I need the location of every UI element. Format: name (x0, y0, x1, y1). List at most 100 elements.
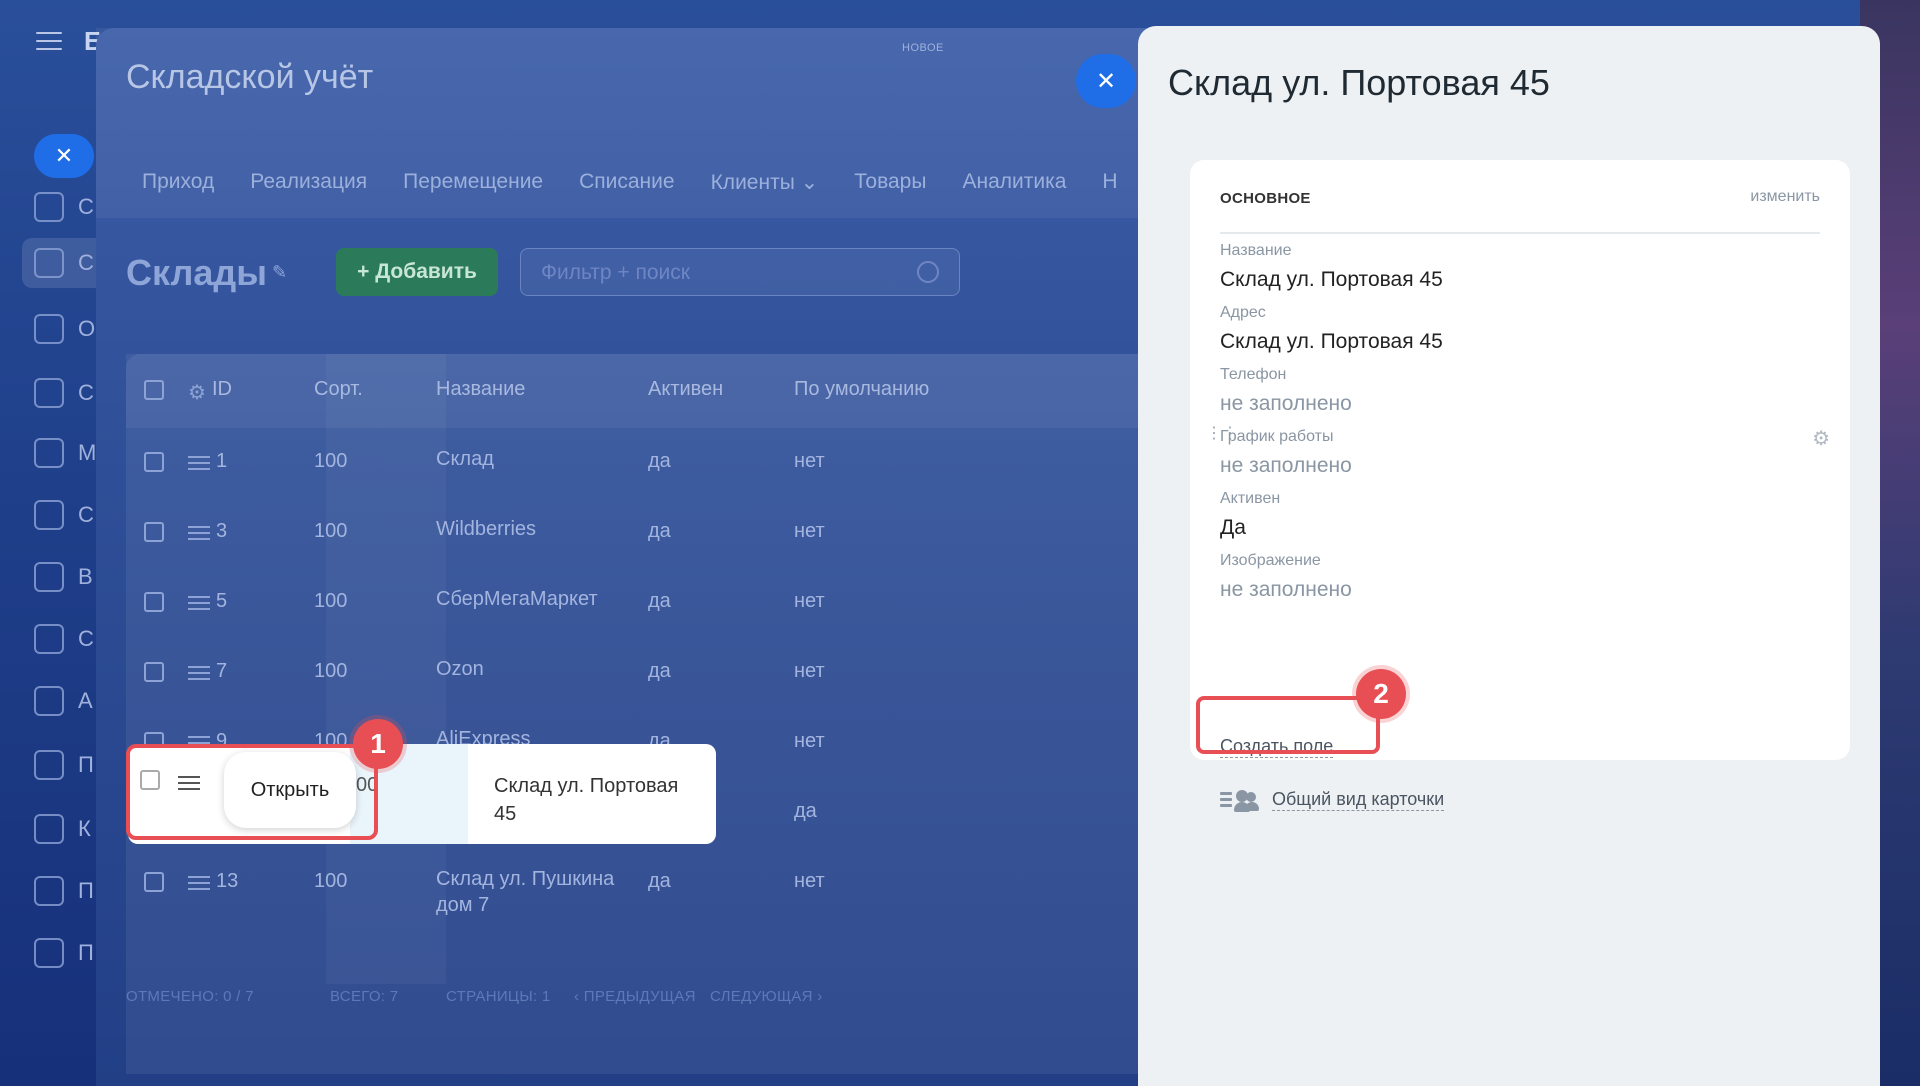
row-checkbox[interactable] (144, 872, 164, 892)
filter-search-input[interactable]: Фильтр + поиск (520, 248, 960, 296)
cell-default: нет (794, 450, 825, 472)
tab-0[interactable]: Приход (142, 170, 214, 195)
row-checkbox[interactable] (144, 522, 164, 542)
row-checkbox[interactable] (144, 662, 164, 682)
warehouse-detail-panel: Склад ул. Портовая 45 ОСНОВНОЕ изменить … (1138, 26, 1880, 1086)
divider (1220, 232, 1820, 234)
column-default[interactable]: По умолчанию (794, 378, 929, 401)
sidebar-item-label: С (78, 194, 94, 219)
field-3: График работы не заполнено (1220, 428, 1352, 478)
sidebar-item-label: П (78, 752, 94, 777)
store-icon (34, 378, 64, 408)
section-heading: ОСНОВНОЕ (1220, 190, 1311, 207)
footer-prev[interactable]: ‹ ПРЕДЫДУЩАЯ (574, 988, 696, 1005)
section-tabs: Приход Реализация Перемещение Списание Клиен… (142, 170, 1154, 195)
field-label: График работы (1220, 428, 1334, 445)
cell-id: 7 (216, 660, 228, 682)
tab-7[interactable]: Н (1102, 170, 1117, 195)
tab-1[interactable]: Реализация (250, 170, 367, 195)
row-menu-icon[interactable] (188, 526, 210, 544)
tab-3[interactable]: Списание (579, 170, 674, 195)
select-all-checkbox[interactable] (144, 380, 164, 400)
table-row[interactable]: 13 100 Склад ул. Пушкина дом 7 да нет (126, 848, 1146, 918)
cell-active: да (648, 660, 671, 682)
target-icon (34, 438, 64, 468)
field-label: Адрес (1220, 304, 1266, 321)
sidebar-item-label: П (78, 940, 94, 965)
footer-total: ВСЕГО: 7 (330, 988, 399, 1005)
cell-default: нет (794, 590, 825, 612)
field-1: Адрес Склад ул. Портовая 45 (1220, 304, 1443, 354)
table-row[interactable]: 5 100 СберМегаМаркет да нет (126, 568, 1146, 638)
sidebar-item-label: В (78, 564, 93, 589)
row-menu-icon[interactable] (188, 666, 210, 684)
column-sort[interactable]: Сорт. (314, 378, 363, 401)
detail-title: Склад ул. Портовая 45 (1168, 62, 1550, 103)
cell-active: да (648, 520, 671, 542)
cell-default: нет (794, 520, 825, 542)
footer-selected: ОТМЕЧЕНО: 0 / 7 (126, 988, 254, 1005)
cell-id: 1 (216, 450, 228, 472)
table-row[interactable]: 7 100 Ozon да нет (126, 638, 1146, 708)
menu-icon[interactable] (36, 32, 62, 52)
field-4: Активен Да (1220, 490, 1280, 540)
cell-id: 5 (216, 590, 228, 612)
highlight-frame-2 (1196, 696, 1380, 754)
step-badge-1: 1 (353, 719, 403, 769)
row-menu-icon[interactable] (188, 456, 210, 474)
sidebar-item-label: С (78, 626, 94, 651)
column-id[interactable]: ID (212, 378, 232, 401)
field-value: не заполнено (1220, 392, 1352, 415)
contacts-icon (34, 624, 64, 654)
sidebar-item-label: А (78, 688, 93, 713)
row-menu-icon[interactable] (188, 876, 210, 894)
cell-sort: 100 (314, 870, 348, 892)
row-checkbox[interactable] (144, 592, 164, 612)
close-icon[interactable]: ✕ (1076, 54, 1136, 108)
table-row[interactable]: 1 100 Склад да нет (126, 428, 1146, 498)
gear-icon[interactable]: ⚙ (188, 380, 206, 405)
common-card-view-link[interactable]: Общий вид карточки (1220, 788, 1445, 812)
field-label: Телефон (1220, 366, 1287, 383)
footer-next[interactable]: СЛЕДУЮЩАЯ › (710, 988, 823, 1005)
field-label: Название (1220, 242, 1292, 259)
cell-active: да (648, 870, 671, 892)
column-name[interactable]: Название (436, 378, 525, 401)
box-icon (34, 750, 64, 780)
pin-icon[interactable]: ✎ (272, 262, 294, 284)
filter-icon (34, 248, 64, 278)
tab-4[interactable]: Клиенты ⌄ (711, 170, 819, 195)
cell-default: нет (794, 730, 825, 752)
field-5: Изображение не заполнено (1220, 552, 1352, 602)
cell-sort: 100 (314, 590, 348, 612)
search-icon[interactable] (917, 261, 939, 283)
cell-name: Склад (436, 448, 494, 470)
cell-default: нет (794, 660, 825, 682)
column-active[interactable]: Активен (648, 378, 723, 401)
add-button[interactable]: + Добавить (336, 248, 498, 296)
step-badge-2: 2 (1356, 669, 1406, 719)
crm-icon (34, 192, 64, 222)
filter-placeholder: Фильтр + поиск (541, 261, 690, 284)
warehouse-table: ⚙ ID Сорт. Название Активен По умолчанию… (126, 354, 1146, 1074)
section-title: Складской учёт (126, 58, 374, 96)
footer-pages: СТРАНИЦЫ: 1 (446, 988, 551, 1005)
field-label: Изображение (1220, 552, 1321, 569)
sidebar-close-icon[interactable]: ✕ (34, 134, 94, 178)
cell-sort: 100 (314, 660, 348, 682)
table-row[interactable]: 3 100 Wildberries да нет (126, 498, 1146, 568)
cell-name: Ozon (436, 658, 484, 680)
app-sidebar: Б ✕ ССОСМСВСАПКПП (0, 0, 112, 1086)
main-info-card: ОСНОВНОЕ изменить ⋮⋮ ⚙ Название Склад ул.… (1190, 160, 1850, 760)
cell-sort: 100 (314, 450, 348, 472)
field-2: Телефон не заполнено (1220, 366, 1352, 416)
edit-link[interactable]: изменить (1750, 188, 1820, 206)
cell-id: 13 (216, 870, 239, 892)
field-0: Название Склад ул. Портовая 45 (1220, 242, 1443, 292)
tab-2[interactable]: Перемещение (403, 170, 543, 195)
field-gear-icon[interactable]: ⚙ (1812, 426, 1830, 451)
tab-5[interactable]: Товары (854, 170, 926, 195)
row-menu-icon[interactable] (188, 596, 210, 614)
tab-6[interactable]: Аналитика (962, 170, 1066, 195)
row-checkbox[interactable] (144, 452, 164, 472)
